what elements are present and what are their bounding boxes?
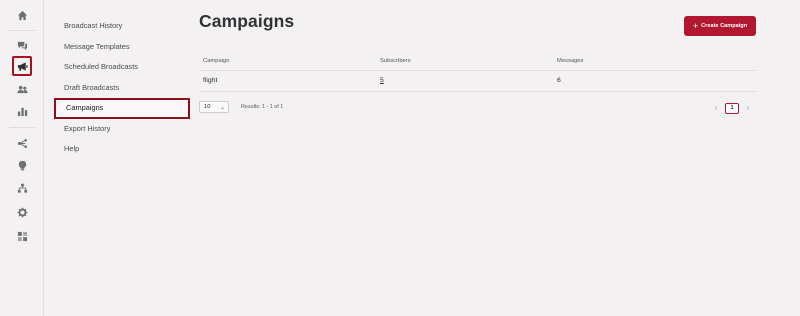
create-campaign-button[interactable]: + Create Campaign [684,16,756,36]
column-header-campaign[interactable]: Campaign [203,58,229,64]
results-summary: Results: 1 - 1 of 1 [241,104,284,110]
page-size-value: 10 [204,104,211,110]
users-icon[interactable] [12,79,32,99]
broadcast-subnav: Broadcast History Message Templates Sche… [54,16,190,160]
rail-divider [9,30,35,31]
pagination: ‹ 1 › [712,102,752,114]
campaign-name[interactable]: flight [203,77,217,84]
chevron-down-icon: ⌄ [219,104,225,111]
create-campaign-label: Create Campaign [701,23,748,29]
column-header-messages[interactable]: Messages [557,58,583,64]
subnav-item-broadcast-history[interactable]: Broadcast History [54,16,190,37]
page-button-current[interactable]: 1 [725,102,739,114]
page-size-select[interactable]: 10 ⌄ [199,101,229,113]
hierarchy-icon[interactable] [12,178,32,198]
chevron-left-icon[interactable]: ‹ [712,104,720,112]
subnav-item-campaigns[interactable]: Campaigns [54,98,190,119]
subnav-item-help[interactable]: Help [54,139,190,160]
chevron-right-icon[interactable]: › [744,104,752,112]
home-icon[interactable] [12,5,32,25]
subnav-item-scheduled-broadcasts[interactable]: Scheduled Broadcasts [54,57,190,78]
rail-divider [9,127,35,128]
subnav-item-draft-broadcasts[interactable]: Draft Broadcasts [54,78,190,99]
subnav-item-export-history[interactable]: Export History [54,119,190,140]
chat-icon[interactable] [12,35,32,55]
subnav-item-message-templates[interactable]: Message Templates [54,37,190,58]
bar-chart-icon[interactable] [12,101,32,121]
icon-rail [0,0,44,316]
plus-icon: + [692,20,699,31]
table-header: Campaign Subscribers Messages [199,54,757,71]
messages-count: 6 [557,77,561,84]
share-nodes-icon[interactable] [12,133,32,153]
widgets-icon[interactable] [12,226,32,246]
subscribers-count-link[interactable]: 5 [380,77,384,84]
table-row[interactable]: flight 5 6 [199,71,757,92]
page-title: Campaigns [199,11,295,31]
megaphone-icon[interactable] [12,56,32,76]
lightbulb-icon[interactable] [12,155,32,175]
gear-icon[interactable] [12,202,32,222]
campaigns-table: Campaign Subscribers Messages flight 5 6 [199,54,757,92]
column-header-subscribers[interactable]: Subscribers [380,58,411,64]
